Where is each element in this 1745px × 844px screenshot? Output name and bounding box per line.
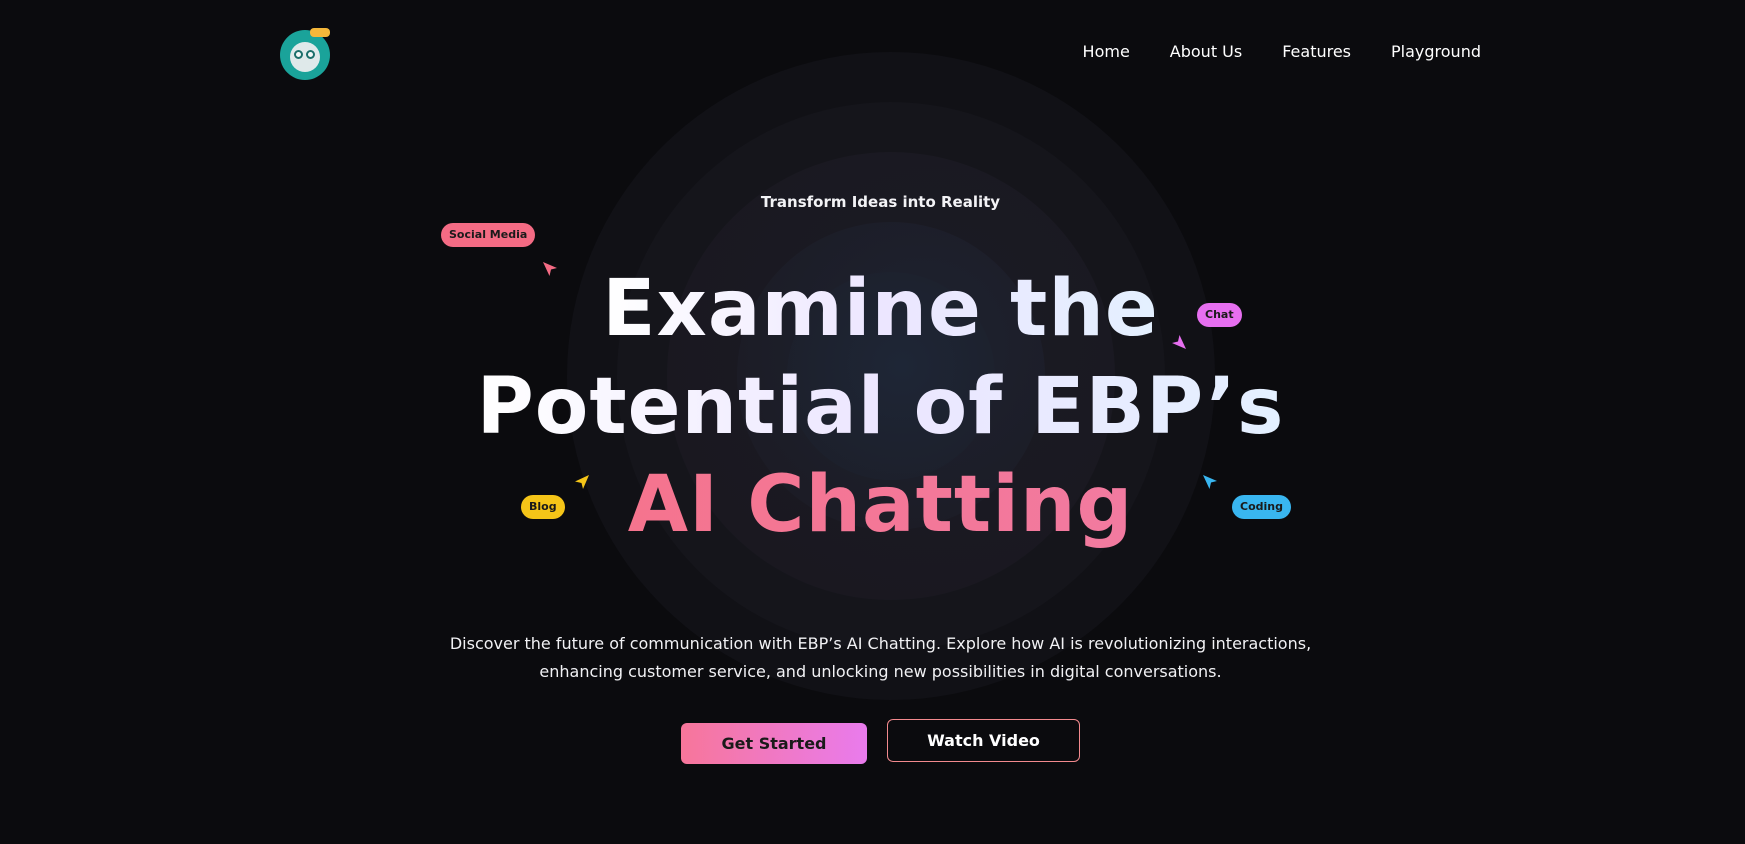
- pointer-arrow-icon: [1203, 475, 1217, 489]
- headline-text: Potential of EBP’s: [476, 362, 1285, 452]
- pointer-arrow-icon: [1172, 335, 1186, 349]
- nav-link-features[interactable]: Features: [1282, 42, 1351, 61]
- headline-line-1: Examine the: [0, 260, 1745, 358]
- robot-face: [290, 42, 320, 72]
- headline-text: Examine the: [602, 264, 1159, 354]
- watch-video-button[interactable]: Watch Video: [887, 719, 1080, 762]
- headline-line-2: Potential of EBP’s: [0, 358, 1745, 456]
- landing-page: Home About Us Features Playground Transf…: [0, 0, 1745, 844]
- headline-highlight: AI Chatting: [627, 460, 1134, 550]
- get-started-button[interactable]: Get Started: [681, 723, 867, 764]
- hero-description: Discover the future of communication wit…: [0, 630, 1745, 686]
- nav-link-about-us[interactable]: About Us: [1170, 42, 1242, 61]
- pointer-arrow-icon: [543, 262, 557, 276]
- tag-blog: Blog: [521, 495, 565, 519]
- nav-link-playground[interactable]: Playground: [1391, 42, 1481, 61]
- tag-chat: Chat: [1197, 303, 1242, 327]
- robot-eye: [306, 50, 315, 59]
- robot-logo-icon[interactable]: [280, 28, 330, 80]
- robot-eye: [294, 50, 303, 59]
- tag-coding: Coding: [1232, 495, 1291, 519]
- headline-line-3: AI Chatting: [0, 456, 1745, 554]
- description-line-2: enhancing customer service, and unlockin…: [539, 662, 1222, 681]
- main-nav: Home About Us Features Playground: [1083, 42, 1481, 61]
- site-header: Home About Us Features Playground: [0, 0, 1745, 100]
- description-line-1: Discover the future of communication wit…: [449, 634, 1312, 653]
- chat-bubble-icon: [310, 28, 330, 37]
- tag-social-media: Social Media: [441, 223, 536, 247]
- pointer-arrow-icon: [575, 475, 589, 489]
- hero-eyebrow: Transform Ideas into Reality: [760, 193, 1001, 211]
- nav-link-home[interactable]: Home: [1083, 42, 1130, 61]
